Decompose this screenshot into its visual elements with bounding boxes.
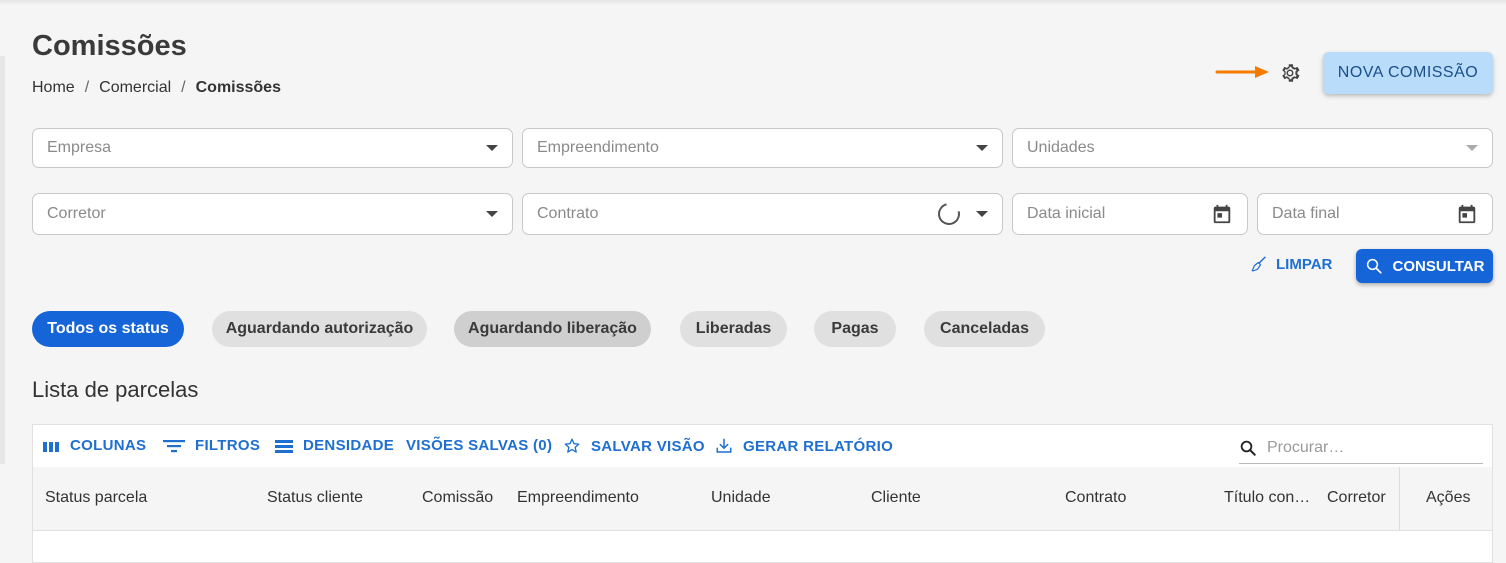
column-header-acoes: Ações	[1426, 489, 1471, 506]
columns-label: COLUNAS	[70, 437, 147, 454]
breadcrumb-comercial[interactable]: Comercial	[99, 79, 171, 97]
filters-button[interactable]: FILTROS	[163, 437, 260, 454]
unidades-placeholder: Unidades	[1027, 139, 1095, 156]
column-header-unidade[interactable]: Unidade	[711, 489, 771, 507]
breadcrumb-current: Comissões	[195, 79, 281, 96]
list-title: Lista de parcelas	[32, 377, 199, 402]
chip-pagas[interactable]: Pagas	[814, 311, 896, 347]
top-shadow	[0, 0, 1506, 5]
parcelas-grid: COLUNAS FILTROS DENSIDADE VISÕES SALVAS …	[32, 424, 1493, 563]
empreendimento-placeholder: Empreendimento	[537, 139, 659, 156]
chevron-down-icon	[976, 211, 988, 217]
grid-header: Status parcela Status cliente Comissão E…	[33, 467, 1492, 531]
column-header-titulo[interactable]: Título con…	[1224, 489, 1310, 507]
chip-liberadas[interactable]: Liberadas	[680, 311, 787, 347]
chevron-down-icon	[486, 145, 498, 151]
column-header-empreendimento[interactable]: Empreendimento	[517, 489, 639, 507]
contrato-placeholder: Contrato	[537, 205, 599, 222]
saved-views-label: VISÕES SALVAS (0)	[406, 437, 553, 454]
star-icon	[564, 438, 580, 453]
columns-icon	[43, 441, 59, 452]
data-inicial-placeholder: Data inicial	[1027, 205, 1106, 222]
consult-label: CONSULTAR	[1392, 257, 1485, 275]
column-header-status-parcela[interactable]: Status parcela	[45, 489, 147, 507]
saved-views-button[interactable]: VISÕES SALVAS (0)	[406, 437, 552, 454]
empresa-placeholder: Empresa	[47, 139, 112, 156]
corretor-select[interactable]: Corretor	[32, 193, 513, 235]
chip-aguardando-liberacao[interactable]: Aguardando liberação	[454, 311, 651, 347]
breadcrumb-separator: /	[181, 79, 186, 96]
breadcrumb: Home / Comercial / Comissões	[32, 79, 281, 97]
calendar-icon[interactable]	[1211, 203, 1233, 225]
grid-search-input[interactable]	[1265, 438, 1469, 458]
columns-button[interactable]: COLUNAS	[42, 437, 146, 454]
annotation-arrow-icon	[1215, 66, 1269, 78]
chevron-down-icon	[1466, 145, 1478, 151]
empresa-select[interactable]: Empresa	[32, 128, 513, 168]
chip-canceladas[interactable]: Canceladas	[924, 311, 1045, 347]
chevron-down-icon	[976, 145, 988, 151]
download-icon	[716, 438, 732, 453]
column-header-cliente[interactable]: Cliente	[871, 489, 921, 507]
gear-icon[interactable]	[1278, 61, 1302, 85]
corretor-placeholder: Corretor	[47, 205, 106, 222]
data-inicial-field[interactable]: Data inicial	[1012, 193, 1248, 235]
search-icon	[1240, 440, 1256, 456]
chip-aguardando-autorizacao[interactable]: Aguardando autorização	[212, 311, 427, 347]
data-final-placeholder: Data final	[1272, 205, 1340, 222]
column-divider	[1399, 467, 1400, 530]
column-header-status-cliente[interactable]: Status cliente	[267, 489, 363, 507]
breadcrumb-home[interactable]: Home	[32, 79, 75, 97]
clear-button[interactable]: LIMPAR	[1250, 255, 1332, 273]
chevron-down-icon	[486, 211, 498, 217]
search-icon	[1366, 258, 1382, 274]
column-header-comissao[interactable]: Comissão	[422, 489, 493, 507]
grid-toolbar: COLUNAS FILTROS DENSIDADE VISÕES SALVAS …	[33, 425, 1492, 467]
generate-report-button[interactable]: GERAR RELATÓRIO	[715, 437, 893, 455]
column-header-contrato[interactable]: Contrato	[1065, 489, 1126, 507]
filter-icon	[163, 439, 185, 452]
filters-label: FILTROS	[195, 437, 261, 454]
clear-label: LIMPAR	[1276, 255, 1333, 273]
column-header-corretor[interactable]: Corretor	[1327, 489, 1386, 507]
generate-report-label: GERAR RELATÓRIO	[743, 437, 894, 455]
calendar-icon[interactable]	[1456, 203, 1478, 225]
empreendimento-select[interactable]: Empreendimento	[522, 128, 1003, 168]
breadcrumb-separator: /	[84, 79, 90, 96]
density-icon	[275, 439, 293, 453]
chip-todos-os-status[interactable]: Todos os status	[32, 311, 184, 347]
grid-search[interactable]	[1239, 433, 1483, 464]
broom-icon	[1251, 256, 1266, 272]
new-commission-button[interactable]: NOVA COMISSÃO	[1323, 52, 1493, 94]
left-edge	[0, 56, 5, 464]
save-view-label: SALVAR VISÃO	[591, 437, 705, 455]
save-view-button[interactable]: SALVAR VISÃO	[563, 437, 705, 455]
unidades-select[interactable]: Unidades	[1012, 128, 1493, 168]
contrato-select[interactable]: Contrato	[522, 193, 1003, 235]
loading-spinner-icon	[933, 198, 965, 230]
consult-button[interactable]: CONSULTAR	[1356, 249, 1493, 283]
data-final-field[interactable]: Data final	[1257, 193, 1493, 235]
density-label: DENSIDADE	[303, 437, 395, 454]
density-button[interactable]: DENSIDADE	[275, 437, 394, 454]
page-title: Comissões	[32, 30, 187, 62]
